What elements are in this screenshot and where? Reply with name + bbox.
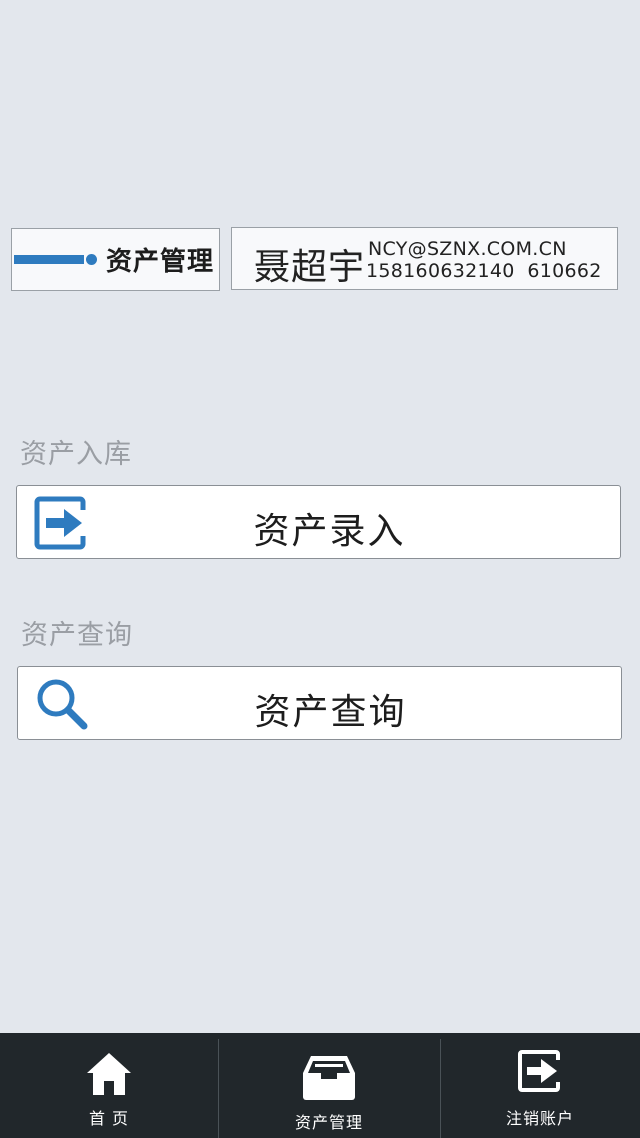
asset-query-label: 资产查询 <box>254 692 407 733</box>
tab-home[interactable]: 首 页 <box>0 1033 218 1138</box>
tab-asset-management-label: 资产管理 <box>294 1113 363 1132</box>
bottom-tab-bar: 首 页 资产管理 注销账户 <box>0 1033 640 1138</box>
title-accent-dot <box>86 254 97 265</box>
section-label-asset-query: 资产查询 <box>21 620 133 651</box>
tab-home-label: 首 页 <box>88 1109 130 1128</box>
logout-icon <box>518 1050 561 1092</box>
section-label-asset-inbound: 资产入库 <box>20 439 132 470</box>
asset-query-button[interactable]: 资产查询 <box>17 666 622 740</box>
user-email: NCY@SZNX.COM.CN <box>368 238 567 260</box>
asset-entry-button[interactable]: 资产录入 <box>16 485 621 559</box>
tab-logout-label: 注销账户 <box>505 1109 574 1128</box>
home-icon <box>87 1053 131 1095</box>
module-title: 资产管理 <box>106 247 215 277</box>
title-accent-bar <box>14 255 84 264</box>
asset-management-screen: 资产管理 聂超宇 NCY@SZNX.COM.CN 158160632140 61… <box>0 0 640 1138</box>
user-info-card: 聂超宇 NCY@SZNX.COM.CN 158160632140 610662 <box>231 227 618 290</box>
inbox-tray-icon <box>303 1056 355 1100</box>
asset-entry-label: 资产录入 <box>253 511 406 552</box>
tab-logout[interactable]: 注销账户 <box>440 1033 640 1138</box>
user-phone: 158160632140 610662 <box>366 260 602 282</box>
tab-asset-management[interactable]: 资产管理 <box>218 1033 440 1138</box>
user-name: 聂超宇 <box>254 247 366 288</box>
module-title-card: 资产管理 <box>11 228 220 291</box>
